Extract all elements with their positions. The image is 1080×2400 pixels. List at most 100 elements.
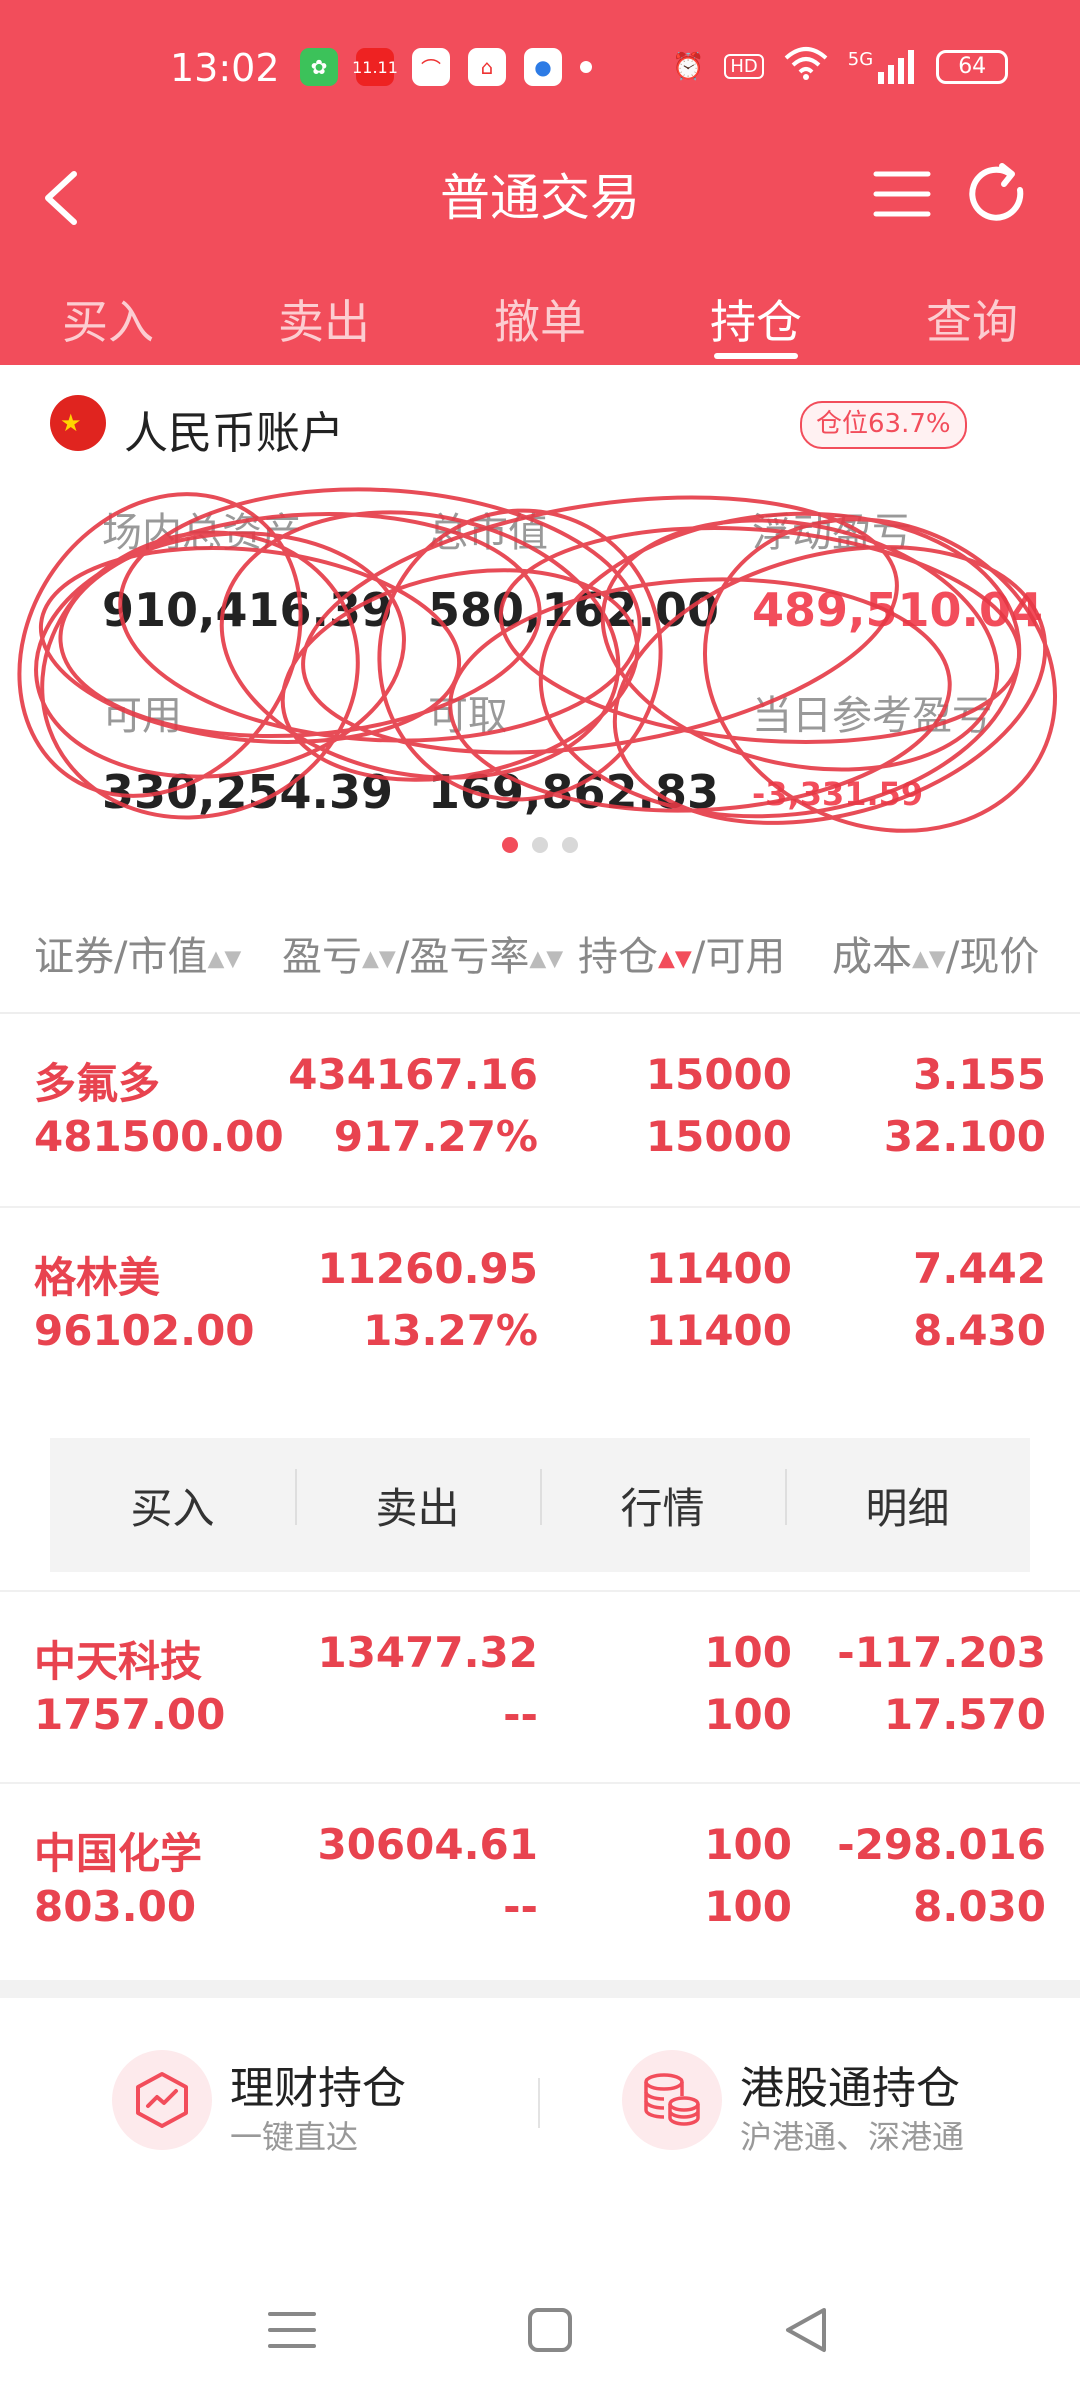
available-qty: 100 xyxy=(704,1882,792,1931)
wealth-chart-icon xyxy=(112,2050,212,2150)
sale-notification-icon: 11.11 xyxy=(352,48,398,86)
profit-loss-rate: -- xyxy=(503,1690,538,1739)
link-subtitle: 一键直达 xyxy=(230,2118,359,2156)
refresh-icon xyxy=(969,163,1024,221)
floating-pl-label: 浮动盈亏 xyxy=(752,510,912,556)
cost-price: 7.442 xyxy=(913,1244,1046,1293)
tab-holdings[interactable]: 持仓 xyxy=(648,270,864,365)
security-name: 中国化学 xyxy=(34,1829,203,1878)
status-bar: 13:02 ✿ 11.11 ⌒ ⌂ ● ⏰ HD 5G 64 xyxy=(0,0,1080,140)
row-quote-button[interactable]: 行情 xyxy=(540,1468,785,1536)
tab-buy[interactable]: 买入 xyxy=(0,270,216,365)
current-price: 8.430 xyxy=(913,1306,1046,1355)
cost-price: -298.016 xyxy=(837,1820,1046,1869)
current-price: 8.030 xyxy=(913,1882,1046,1931)
holdings-column-header: 证券/市值▲▼ 盈亏▲▼/盈亏率▲▼ 持仓▲▼/可用 成本▲▼/现价 xyxy=(0,890,1080,1014)
column-label-secondary: /盈亏率 xyxy=(395,934,530,980)
withdrawable-value: 169,862.83 xyxy=(428,765,720,819)
holding-row[interactable]: 中国化学 803.00 30604.61 -- 100 100 -298.016… xyxy=(0,1784,1080,1978)
sort-icon: ▲▼ xyxy=(207,946,242,972)
column-position-available[interactable]: 持仓▲▼/可用 xyxy=(578,924,785,982)
current-price: 32.100 xyxy=(883,1112,1046,1161)
hamburger-menu-icon xyxy=(873,171,931,217)
column-label-secondary: /可用 xyxy=(691,934,786,980)
profit-loss: 11260.95 xyxy=(317,1244,538,1293)
row-detail-button[interactable]: 明细 xyxy=(785,1468,1030,1536)
market-value-value: 580,162.00 xyxy=(428,583,720,637)
market-value: 803.00 xyxy=(34,1882,197,1931)
holding-row[interactable]: 多氟多 481500.00 434167.16 917.27% 15000 15… xyxy=(0,1014,1080,1208)
menu-lines-icon xyxy=(268,2312,316,2348)
row-sell-button[interactable]: 卖出 xyxy=(295,1468,540,1536)
signal-icon: 5G xyxy=(847,48,916,84)
total-assets-label: 场内总资产 xyxy=(102,510,302,556)
square-home-icon xyxy=(528,2308,572,2352)
position-qty: 100 xyxy=(704,1820,792,1869)
column-cost-price[interactable]: 成本▲▼/现价 xyxy=(832,924,1039,982)
column-label-secondary: /现价 xyxy=(945,934,1040,980)
profit-loss: 13477.32 xyxy=(317,1628,538,1677)
market-value: 481500.00 xyxy=(34,1112,284,1161)
notification-icons: ✿ 11.11 ⌒ ⌂ ● xyxy=(300,48,592,86)
sort-active-icon: ▲▼ xyxy=(658,946,692,972)
pager-dot xyxy=(562,837,578,853)
security-name: 中天科技 xyxy=(34,1637,203,1686)
profit-loss-rate: 917.27% xyxy=(333,1112,538,1161)
row-action-bar: 买入 卖出 行情 明细 xyxy=(50,1438,1030,1572)
alarm-icon: ⏰ xyxy=(672,51,705,82)
column-pl-rate[interactable]: 盈亏▲▼/盈亏率▲▼ xyxy=(282,924,563,982)
available-qty: 100 xyxy=(704,1690,792,1739)
china-flag-icon: ★ xyxy=(50,395,106,451)
battery-icon: 64 xyxy=(936,49,1009,84)
profit-loss-rate: 13.27% xyxy=(363,1306,538,1355)
total-assets-value: 910,416.39 xyxy=(102,583,394,637)
market-value: 1757.00 xyxy=(34,1690,226,1739)
app-notification-icon: ✿ xyxy=(300,48,338,86)
network-type-label: 5G xyxy=(847,48,874,70)
pager-dot xyxy=(532,837,548,853)
sort-icon: ▲▼ xyxy=(529,946,564,972)
account-summary-card[interactable]: ★ 人民币账户 仓位63.7% 场内总资产 总市值 浮动盈亏 910,416.3… xyxy=(0,365,1080,875)
browser-notification-icon: ● xyxy=(524,48,562,86)
tab-query[interactable]: 查询 xyxy=(864,270,1080,365)
available-label: 可用 xyxy=(102,693,182,739)
system-navigation-bar xyxy=(0,2270,1080,2370)
wealth-holdings-link[interactable]: 理财持仓 一键直达 xyxy=(112,2050,512,2160)
security-name: 多氟多 xyxy=(34,1059,161,1108)
daily-pl-value: -3,331.59 xyxy=(752,775,924,813)
available-value: 330,254.39 xyxy=(102,765,394,819)
position-ratio-badge: 仓位63.7% xyxy=(800,401,967,449)
sort-icon: ▲▼ xyxy=(912,946,946,972)
available-qty: 15000 xyxy=(645,1112,792,1161)
summary-pager xyxy=(0,837,1080,853)
cost-price: 3.155 xyxy=(913,1050,1046,1099)
holding-row[interactable]: 中天科技 1757.00 13477.32 -- 100 100 -117.20… xyxy=(0,1590,1080,1784)
link-title: 港股通持仓 xyxy=(740,2063,960,2114)
tab-sell[interactable]: 卖出 xyxy=(216,270,432,365)
market-value: 96102.00 xyxy=(34,1306,255,1355)
arch-notification-icon: ⌒ xyxy=(412,48,450,86)
section-divider xyxy=(0,1980,1080,1998)
profit-loss: 30604.61 xyxy=(317,1820,538,1869)
home-button[interactable] xyxy=(520,2300,580,2360)
recent-apps-button[interactable] xyxy=(262,2300,322,2360)
profit-loss-rate: -- xyxy=(503,1882,538,1931)
holding-row[interactable]: 格林美 96102.00 11260.95 13.27% 11400 11400… xyxy=(0,1208,1080,1402)
cost-price: -117.203 xyxy=(837,1628,1046,1677)
floating-pl-value: 489,510.04 xyxy=(752,583,1044,637)
row-buy-button[interactable]: 买入 xyxy=(50,1475,295,1536)
menu-button[interactable] xyxy=(872,164,932,224)
pager-dot-active xyxy=(502,837,518,853)
coins-stack-icon xyxy=(622,2050,722,2150)
market-value-label: 总市值 xyxy=(428,510,548,556)
system-icons: ⏰ HD 5G 64 xyxy=(672,46,1009,87)
link-title: 理财持仓 xyxy=(230,2063,406,2114)
status-time: 13:02 xyxy=(170,46,280,90)
account-title: 人民币账户 xyxy=(124,408,344,459)
system-back-button[interactable] xyxy=(778,2300,838,2360)
tab-cancel-order[interactable]: 撤单 xyxy=(432,270,648,365)
refresh-button[interactable] xyxy=(962,160,1032,230)
wifi-icon xyxy=(784,46,828,87)
column-security-market-value[interactable]: 证券/市值▲▼ xyxy=(34,924,241,982)
hk-connect-holdings-link[interactable]: 港股通持仓 沪港通、深港通 xyxy=(622,2050,1042,2160)
